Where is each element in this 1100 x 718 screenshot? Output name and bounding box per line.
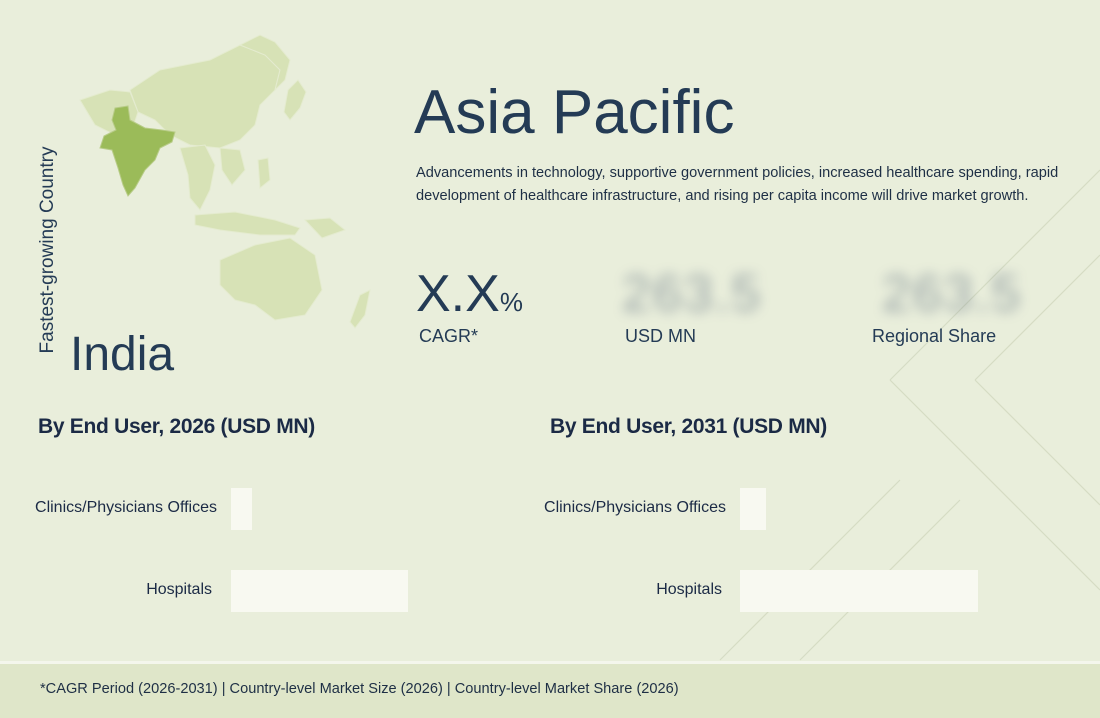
southeast-asia bbox=[179, 144, 216, 211]
chart-2026-label-hospitals: Hospitals bbox=[146, 581, 212, 598]
stat-regional-share: 263.5 Regional Share bbox=[872, 262, 1023, 347]
new-zealand bbox=[349, 289, 371, 329]
stat-cagr-value: X.X% bbox=[416, 262, 523, 326]
asia-pacific-map bbox=[79, 34, 371, 329]
footer: *CAGR Period (2026-2031) | Country-level… bbox=[0, 661, 1100, 718]
chart-2031-label-clinics: Clinics/Physicians Offices bbox=[544, 499, 726, 516]
footer-note: *CAGR Period (2026-2031) | Country-level… bbox=[40, 681, 679, 697]
country-name: India bbox=[70, 328, 175, 381]
stat-cagr-label: CAGR* bbox=[419, 326, 479, 346]
indonesia bbox=[194, 211, 301, 236]
chart-2026-bar-clinics bbox=[231, 488, 252, 530]
indochina bbox=[219, 147, 246, 186]
stat-cagr-suffix: % bbox=[499, 287, 523, 317]
chart-2031-label-hospitals: Hospitals bbox=[656, 581, 722, 598]
chart-2031-bar-clinics bbox=[740, 488, 766, 530]
region-description: Advancements in technology, supportive g… bbox=[416, 165, 1059, 204]
papua bbox=[303, 217, 347, 239]
australia bbox=[219, 237, 323, 321]
stat-regional-share-label: Regional Share bbox=[872, 326, 997, 346]
stat-market-size-value: 263.5 bbox=[622, 265, 763, 323]
chart-2026-label-clinics: Clinics/Physicians Offices bbox=[35, 499, 217, 516]
chart-2031-title: By End User, 2031 (USD MN) bbox=[550, 415, 827, 438]
japan bbox=[283, 79, 307, 121]
stat-cagr-number: X.X bbox=[416, 265, 500, 323]
stat-regional-share-value: 263.5 bbox=[882, 265, 1023, 323]
stat-market-size-label: USD MN bbox=[625, 326, 696, 346]
philippines bbox=[257, 157, 271, 189]
fastest-growing-label: Fastest-growing Country bbox=[37, 146, 58, 354]
chart-2026-bar-hospitals bbox=[231, 570, 408, 612]
stat-market-size: 263.5 USD MN bbox=[622, 262, 762, 347]
chart-2031-bar-hospitals bbox=[740, 570, 978, 612]
region-title: Asia Pacific bbox=[414, 78, 735, 147]
stat-cagr: X.X% CAGR* bbox=[416, 262, 523, 347]
chart-2026-title: By End User, 2026 (USD MN) bbox=[38, 415, 315, 438]
